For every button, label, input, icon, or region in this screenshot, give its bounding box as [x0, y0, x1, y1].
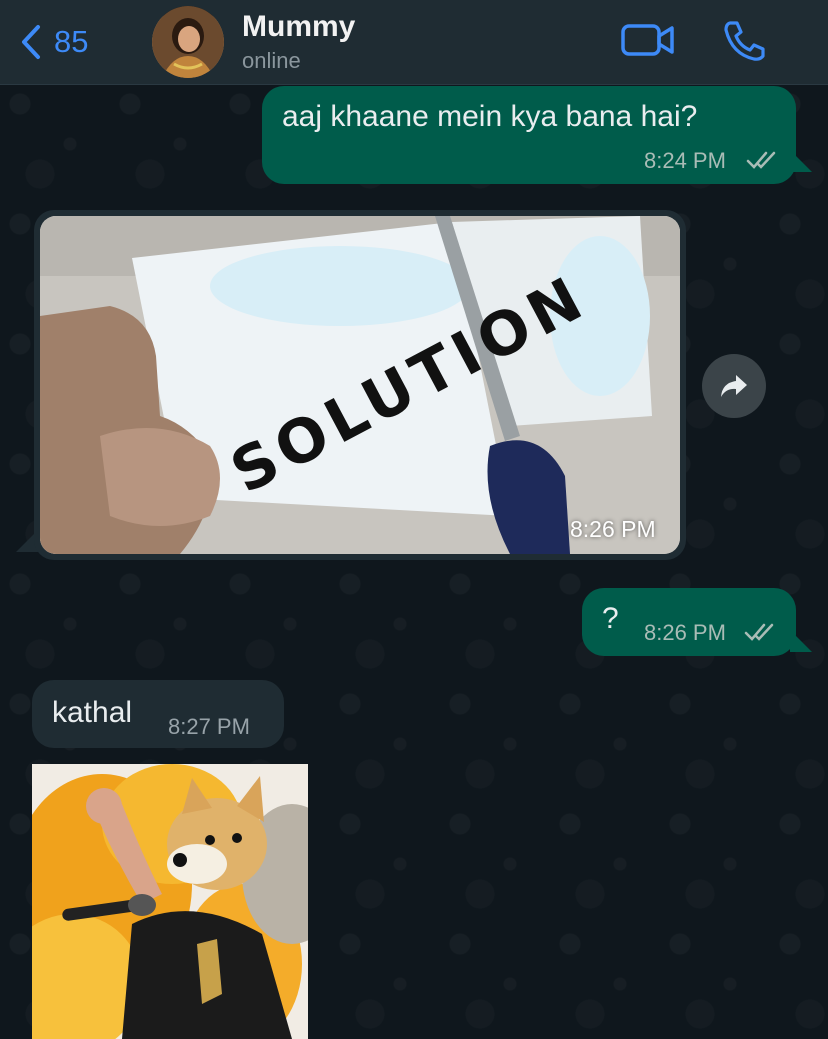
image-message[interactable]: SOLUTION 8:26 PM [34, 210, 686, 560]
forward-button[interactable] [702, 354, 766, 418]
solution-cut-photo: SOLUTION [40, 216, 680, 554]
forward-icon [721, 375, 747, 397]
message-bubble-outgoing[interactable]: aaj khaane mein kya bana hai? 8:24 PM [262, 86, 796, 184]
back-button[interactable]: 85 [20, 22, 88, 62]
doge-rockstar-image [32, 764, 308, 1039]
message-text: ? [602, 602, 619, 635]
video-camera-icon [621, 24, 674, 56]
message-bubble-outgoing[interactable]: ? 8:26 PM [582, 588, 796, 656]
message-text: kathal [52, 696, 133, 729]
double-check-icon [744, 623, 774, 641]
voice-call-button[interactable] [720, 18, 768, 62]
video-call-button[interactable] [620, 20, 676, 60]
message-time: 8:27 PM [168, 714, 250, 739]
message-time: 8:26 PM [644, 620, 726, 645]
contact-status: online [242, 48, 301, 73]
solution-image[interactable]: SOLUTION 8:26 PM [40, 216, 680, 554]
contact-name[interactable]: Mummy [242, 10, 355, 44]
chat-header: 85 Mummy online [0, 0, 828, 85]
message-text: aaj khaane mein kya bana hai? [282, 100, 698, 133]
doge-sticker[interactable] [32, 764, 308, 1039]
message-time: 8:24 PM [644, 148, 726, 173]
double-check-icon [746, 151, 776, 169]
chevron-left-icon [22, 25, 40, 59]
phone-icon [724, 21, 765, 61]
avatar-image [152, 6, 224, 78]
unread-count: 85 [54, 24, 89, 59]
avatar[interactable] [152, 6, 224, 78]
message-time: 8:26 PM [570, 516, 656, 542]
message-bubble-incoming[interactable]: kathal 8:27 PM [32, 680, 284, 748]
